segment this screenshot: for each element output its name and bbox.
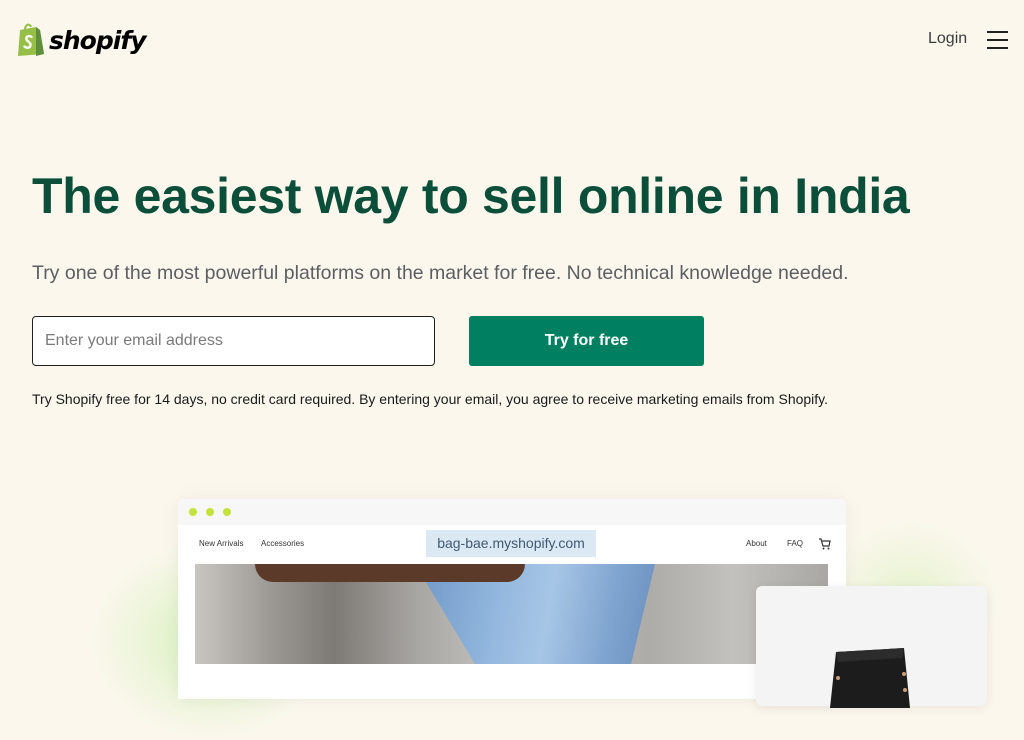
store-hero-photo	[195, 564, 828, 664]
brand-wordmark: shopify	[49, 25, 146, 55]
store-nav-faq: FAQ	[787, 539, 804, 548]
store-url: bag-bae.myshopify.com	[426, 530, 596, 557]
store-nav: New Arrivals Accessories bag-bae.myshopi…	[178, 525, 846, 564]
login-link[interactable]: Login	[928, 30, 967, 48]
window-dot-icon	[206, 508, 214, 516]
trial-disclaimer: Try Shopify free for 14 days, no credit …	[32, 391, 829, 407]
window-dot-icon	[223, 508, 231, 516]
store-nav-new-arrivals: New Arrivals	[199, 539, 244, 548]
store-preview-browser: New Arrivals Accessories bag-bae.myshopi…	[178, 499, 846, 699]
window-dot-icon	[189, 508, 197, 516]
bag-strap-illustration	[255, 564, 525, 582]
hamburger-menu-icon[interactable]	[987, 31, 1008, 49]
shopify-logo[interactable]: shopify	[16, 22, 146, 56]
try-for-free-button[interactable]: Try for free	[469, 316, 704, 366]
browser-titlebar	[178, 499, 846, 525]
shopify-bag-icon	[18, 23, 44, 56]
product-card	[756, 586, 987, 708]
page-title: The easiest way to sell online in India	[32, 168, 910, 224]
store-nav-about: About	[746, 539, 767, 548]
cart-icon	[819, 538, 831, 550]
store-nav-accessories: Accessories	[261, 539, 305, 548]
handbag-icon	[830, 648, 910, 708]
hero-subtitle: Try one of the most powerful platforms o…	[32, 262, 849, 284]
email-field[interactable]	[32, 316, 435, 366]
site-header: shopify Login	[0, 0, 1024, 80]
